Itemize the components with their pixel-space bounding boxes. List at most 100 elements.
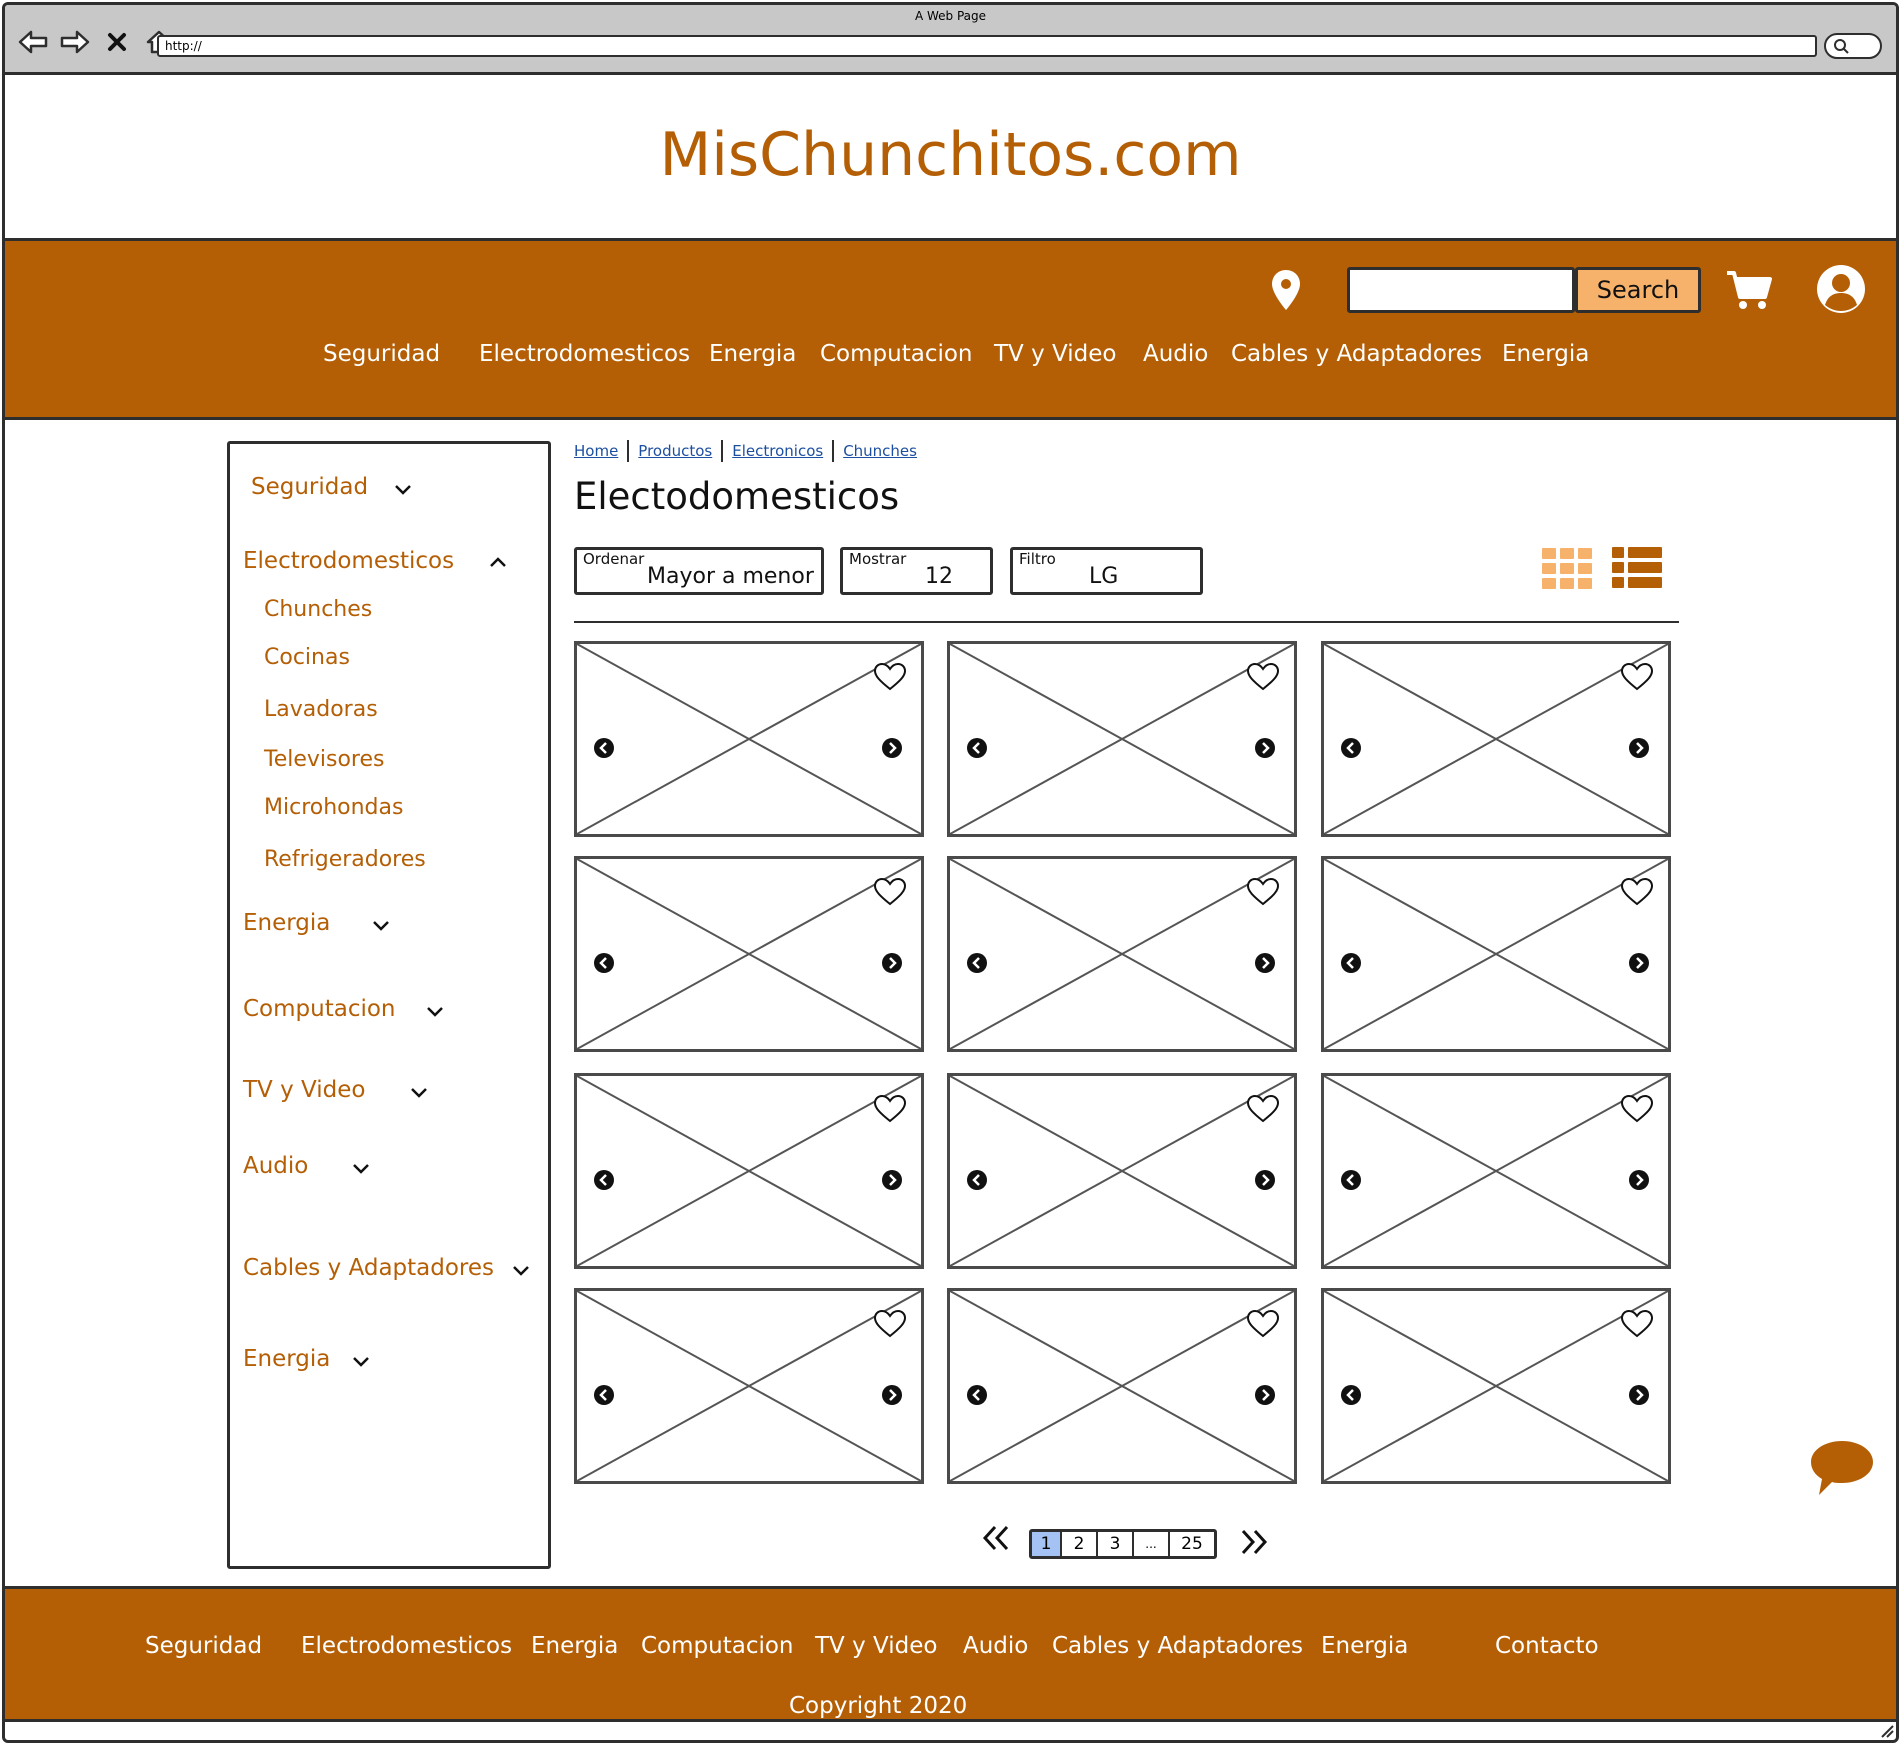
list-view-icon[interactable] [1612,547,1662,589]
menu-item-audio[interactable]: Audio [1143,341,1208,367]
sidebar-subitem-microhondas[interactable]: Microhondas [264,795,403,820]
footer-link-tv-video[interactable]: TV y Video [815,1633,937,1659]
carousel-prev-icon[interactable] [593,952,615,974]
footer-link-computacion[interactable]: Computacion [641,1633,794,1659]
carousel-next-icon[interactable] [881,952,903,974]
heart-icon[interactable] [1620,662,1654,692]
carousel-next-icon[interactable] [881,1384,903,1406]
sidebar-item-audio[interactable]: Audio [243,1153,308,1179]
menu-item-seguridad[interactable]: Seguridad [323,341,440,367]
menu-item-cables[interactable]: Cables y Adaptadores [1231,341,1482,367]
carousel-next-icon[interactable] [1628,952,1650,974]
product-card[interactable] [1321,641,1671,837]
sidebar-item-tv-video[interactable]: TV y Video [243,1077,365,1103]
carousel-prev-icon[interactable] [1340,1169,1362,1191]
carousel-next-icon[interactable] [881,1169,903,1191]
order-select[interactable]: Ordenar Mayor a menor [574,547,824,595]
carousel-prev-icon[interactable] [966,1384,988,1406]
product-card[interactable] [947,1288,1297,1484]
heart-icon[interactable] [1246,1309,1280,1339]
heart-icon[interactable] [1620,1094,1654,1124]
sidebar-item-computacion[interactable]: Computacion [243,996,396,1022]
chevron-down-icon[interactable] [352,1356,370,1368]
sidebar-subitem-lavadoras[interactable]: Lavadoras [264,697,378,722]
carousel-next-icon[interactable] [1254,1384,1276,1406]
url-bar[interactable]: http:// [157,35,1817,57]
chat-bubble-icon[interactable] [1809,1439,1875,1497]
sidebar-item-cables[interactable]: Cables y Adaptadores [243,1255,494,1281]
sidebar-item-energia-2[interactable]: Energia [243,1346,330,1372]
carousel-prev-icon[interactable] [593,1384,615,1406]
chevron-down-icon[interactable] [372,920,390,932]
heart-icon[interactable] [1246,877,1280,907]
previous-page-icon[interactable] [981,1523,1011,1553]
carousel-prev-icon[interactable] [966,1169,988,1191]
forward-icon[interactable] [59,27,91,57]
carousel-next-icon[interactable] [1254,1169,1276,1191]
product-card[interactable] [1321,856,1671,1052]
carousel-next-icon[interactable] [1628,737,1650,759]
menu-item-electrodomesticos[interactable]: Electrodomesticos [479,341,690,367]
footer-link-contacto[interactable]: Contacto [1495,1633,1599,1659]
carousel-prev-icon[interactable] [593,737,615,759]
breadcrumb-chunches[interactable]: Chunches [843,442,917,460]
sidebar-item-energia[interactable]: Energia [243,910,330,936]
menu-item-tv-video[interactable]: TV y Video [994,341,1116,367]
grid-view-icon[interactable] [1542,548,1592,590]
search-button[interactable]: Search [1575,267,1701,313]
product-card[interactable] [947,641,1297,837]
browser-search[interactable] [1824,33,1882,59]
page-1[interactable]: 1 [1032,1532,1062,1556]
carousel-prev-icon[interactable] [1340,737,1362,759]
carousel-next-icon[interactable] [1254,737,1276,759]
chevron-down-icon[interactable] [394,484,412,496]
sidebar-subitem-chunches[interactable]: Chunches [264,597,372,622]
product-card[interactable] [574,856,924,1052]
cart-icon[interactable] [1725,269,1773,315]
heart-icon[interactable] [1620,1309,1654,1339]
back-icon[interactable] [17,27,49,57]
footer-link-audio[interactable]: Audio [963,1633,1028,1659]
page-2[interactable]: 2 [1062,1532,1098,1556]
heart-icon[interactable] [1246,662,1280,692]
carousel-next-icon[interactable] [881,737,903,759]
footer-link-energia-2[interactable]: Energia [1321,1633,1408,1659]
footer-link-electrodomesticos[interactable]: Electrodomesticos [301,1633,512,1659]
chevron-down-icon[interactable] [352,1163,370,1175]
menu-item-energia[interactable]: Energia [709,341,796,367]
breadcrumb-electronicos[interactable]: Electronicos [732,442,823,460]
chevron-down-icon[interactable] [426,1006,444,1018]
heart-icon[interactable] [873,877,907,907]
heart-icon[interactable] [873,1309,907,1339]
sidebar-subitem-televisores[interactable]: Televisores [264,747,385,772]
footer-link-seguridad[interactable]: Seguridad [145,1633,262,1659]
menu-item-computacion[interactable]: Computacion [820,341,973,367]
footer-link-energia[interactable]: Energia [531,1633,618,1659]
sidebar-subitem-cocinas[interactable]: Cocinas [264,645,350,670]
page-3[interactable]: 3 [1098,1532,1134,1556]
site-logo[interactable]: MisChunchitos.com [5,120,1896,190]
chevron-up-icon[interactable] [489,556,507,568]
footer-link-cables[interactable]: Cables y Adaptadores [1052,1633,1303,1659]
carousel-prev-icon[interactable] [1340,952,1362,974]
product-card[interactable] [947,856,1297,1052]
search-input[interactable] [1347,267,1575,313]
filter-select[interactable]: Filtro LG [1010,547,1203,595]
carousel-prev-icon[interactable] [1340,1384,1362,1406]
product-card[interactable] [1321,1288,1671,1484]
breadcrumb-productos[interactable]: Productos [638,442,712,460]
product-card[interactable] [574,1073,924,1269]
carousel-prev-icon[interactable] [966,737,988,759]
heart-icon[interactable] [873,1094,907,1124]
user-account-icon[interactable] [1815,263,1867,319]
next-page-icon[interactable] [1239,1527,1269,1557]
sidebar-subitem-refrigeradores[interactable]: Refrigeradores [264,847,426,872]
resize-handle-icon[interactable] [1878,1722,1894,1738]
location-pin-icon[interactable] [1271,269,1301,315]
heart-icon[interactable] [873,662,907,692]
carousel-prev-icon[interactable] [966,952,988,974]
breadcrumb-home[interactable]: Home [574,442,618,460]
show-select[interactable]: Mostrar 12 [840,547,993,595]
close-icon[interactable] [101,27,133,57]
carousel-next-icon[interactable] [1254,952,1276,974]
